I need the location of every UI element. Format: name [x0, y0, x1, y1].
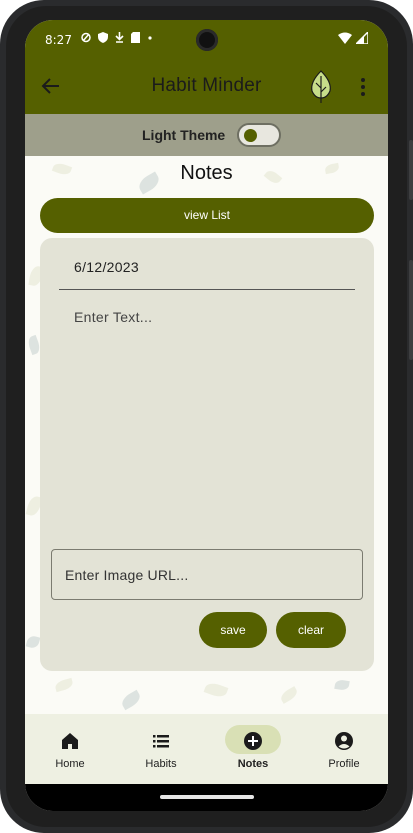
list-icon [153, 735, 169, 748]
nav-item-notes[interactable]: Notes [208, 714, 298, 784]
nav-label-notes: Notes [237, 758, 269, 770]
theme-toggle-label: Light Theme [142, 127, 226, 143]
image-url-input[interactable]: Enter Image URL... [51, 549, 363, 600]
home-gesture-bar[interactable] [160, 795, 254, 799]
more-vert-icon[interactable] [355, 77, 371, 97]
date-underline [59, 289, 355, 290]
app-title: Habit Minder [151, 75, 262, 96]
bottom-navigation: Home Habits Notes Profile [25, 714, 388, 784]
clear-button[interactable]: clear [276, 612, 346, 648]
nav-item-home[interactable]: Home [25, 714, 115, 784]
save-button[interactable]: save [199, 612, 267, 648]
status-bar: 8:27 [25, 20, 388, 60]
dot-icon [148, 36, 152, 40]
image-url-placeholder: Enter Image URL... [65, 567, 189, 583]
nav-label-home: Home [55, 758, 85, 770]
theme-bar: Light Theme [25, 114, 388, 156]
account-circle-icon [335, 732, 353, 750]
signal-icon [356, 32, 368, 44]
note-card: 6/12/2023 Enter Text... Enter Image URL.… [40, 238, 374, 671]
sd-card-icon [131, 32, 140, 43]
phone-screen: 8:27 Habit Minder Light Theme Notes view… [25, 20, 388, 811]
note-date[interactable]: 6/12/2023 [74, 259, 139, 275]
page-title: Notes [180, 162, 233, 184]
status-time: 8:27 [45, 33, 72, 47]
nav-label-habits: Habits [145, 758, 177, 770]
power-button [409, 140, 413, 200]
app-bar: Habit Minder [25, 60, 388, 114]
nav-item-habits[interactable]: Habits [116, 714, 206, 784]
leaf-logo-icon[interactable] [309, 70, 333, 104]
nav-item-profile[interactable]: Profile [299, 714, 388, 784]
theme-toggle-switch[interactable] [237, 123, 281, 147]
note-text-input[interactable]: Enter Text... [74, 309, 152, 325]
nav-label-profile: Profile [328, 758, 360, 770]
home-icon [62, 733, 78, 749]
notes-content: Notes view List 6/12/2023 Enter Text... … [25, 156, 388, 714]
download-icon [115, 32, 124, 43]
security-icon [98, 32, 108, 43]
toggle-knob [244, 129, 257, 142]
gesture-navigation-area [25, 784, 388, 811]
status-system-icons [338, 32, 368, 44]
volume-button [409, 260, 413, 360]
view-list-button[interactable]: view List [40, 198, 374, 233]
front-camera [196, 29, 218, 51]
wifi-icon [338, 32, 352, 44]
status-notification-icons [81, 32, 153, 43]
shield-icon [81, 32, 91, 43]
add-circle-icon [244, 732, 262, 750]
